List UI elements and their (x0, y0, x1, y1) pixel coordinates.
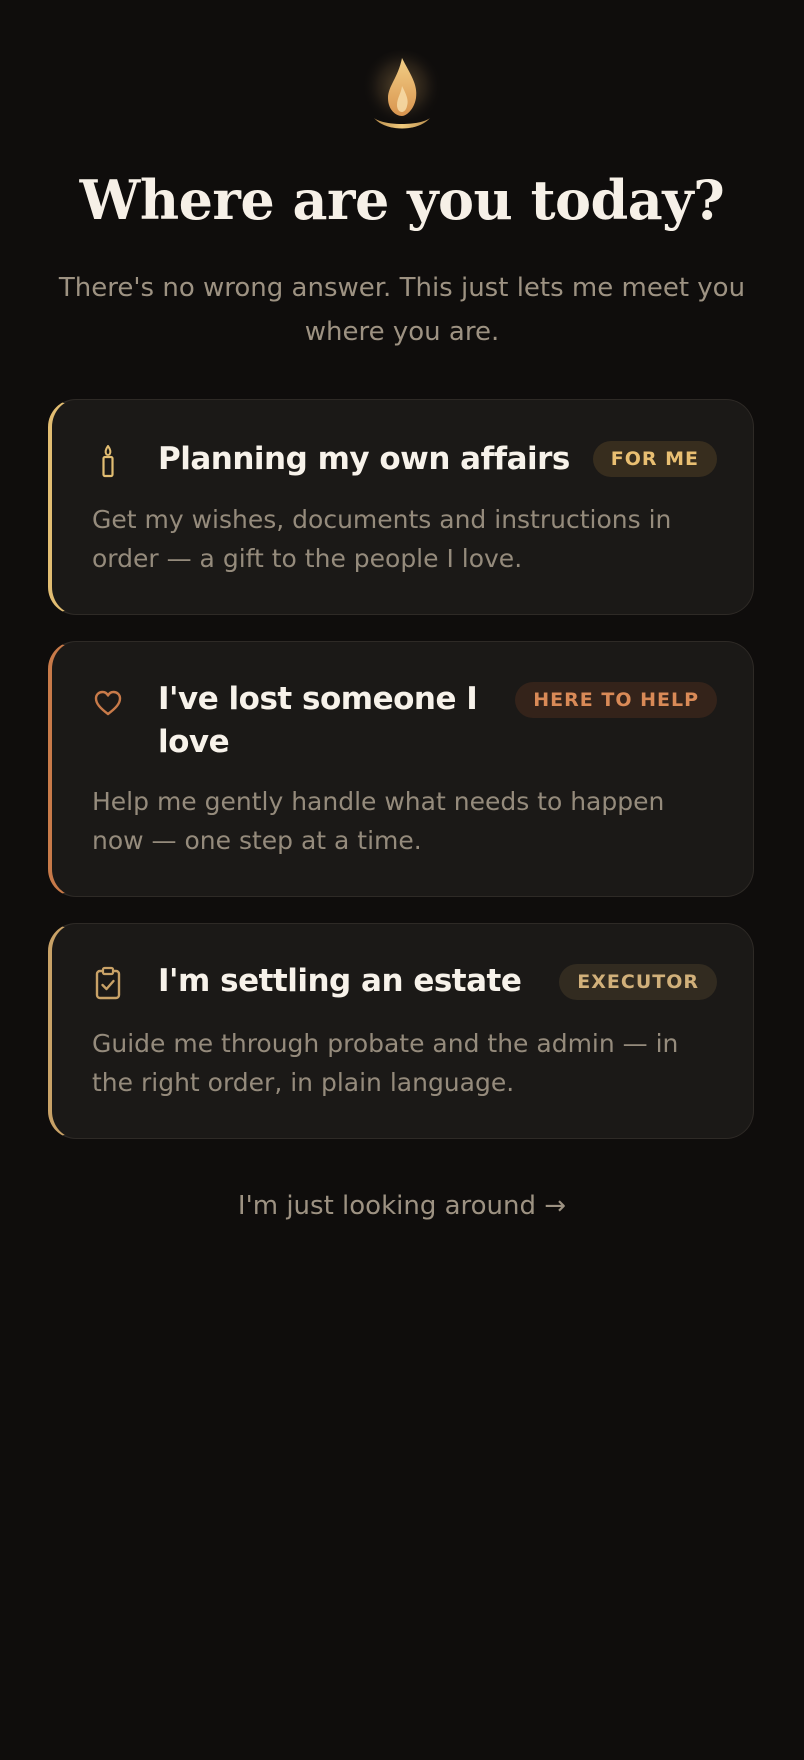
option-card-settling-estate[interactable]: I'm settling an estate EXECUTOR Guide me… (48, 923, 754, 1139)
option-badge: FOR ME (592, 441, 717, 477)
option-badge: HERE TO HELP (515, 682, 717, 718)
option-title: I'm settling an estate (158, 963, 522, 999)
page-title: Where are you today? (79, 168, 725, 232)
option-description: Get my wishes, documents and instruction… (92, 505, 672, 573)
option-title: Planning my own affairs (158, 441, 570, 477)
option-card-planning[interactable]: Planning my own affairs FOR ME Get my wi… (48, 399, 754, 615)
option-badge: EXECUTOR (559, 964, 717, 1000)
onboarding-screen: Where are you today? There's no wrong an… (0, 0, 804, 1760)
just-looking-link[interactable]: I'm just looking around → (0, 1186, 804, 1226)
option-description: Help me gently handle what needs to happ… (92, 787, 665, 855)
candle-icon (94, 444, 122, 478)
page-subtitle: There's no wrong answer. This just lets … (58, 273, 746, 347)
flame-lamp-icon (360, 48, 444, 140)
option-title: I've lost someone I love (158, 681, 478, 760)
heart-icon (94, 686, 122, 720)
option-description: Guide me through probate and the admin —… (92, 1029, 679, 1097)
clipboard-check-icon (94, 966, 122, 1000)
option-card-lost-someone[interactable]: I've lost someone I love HERE TO HELP He… (48, 641, 754, 897)
